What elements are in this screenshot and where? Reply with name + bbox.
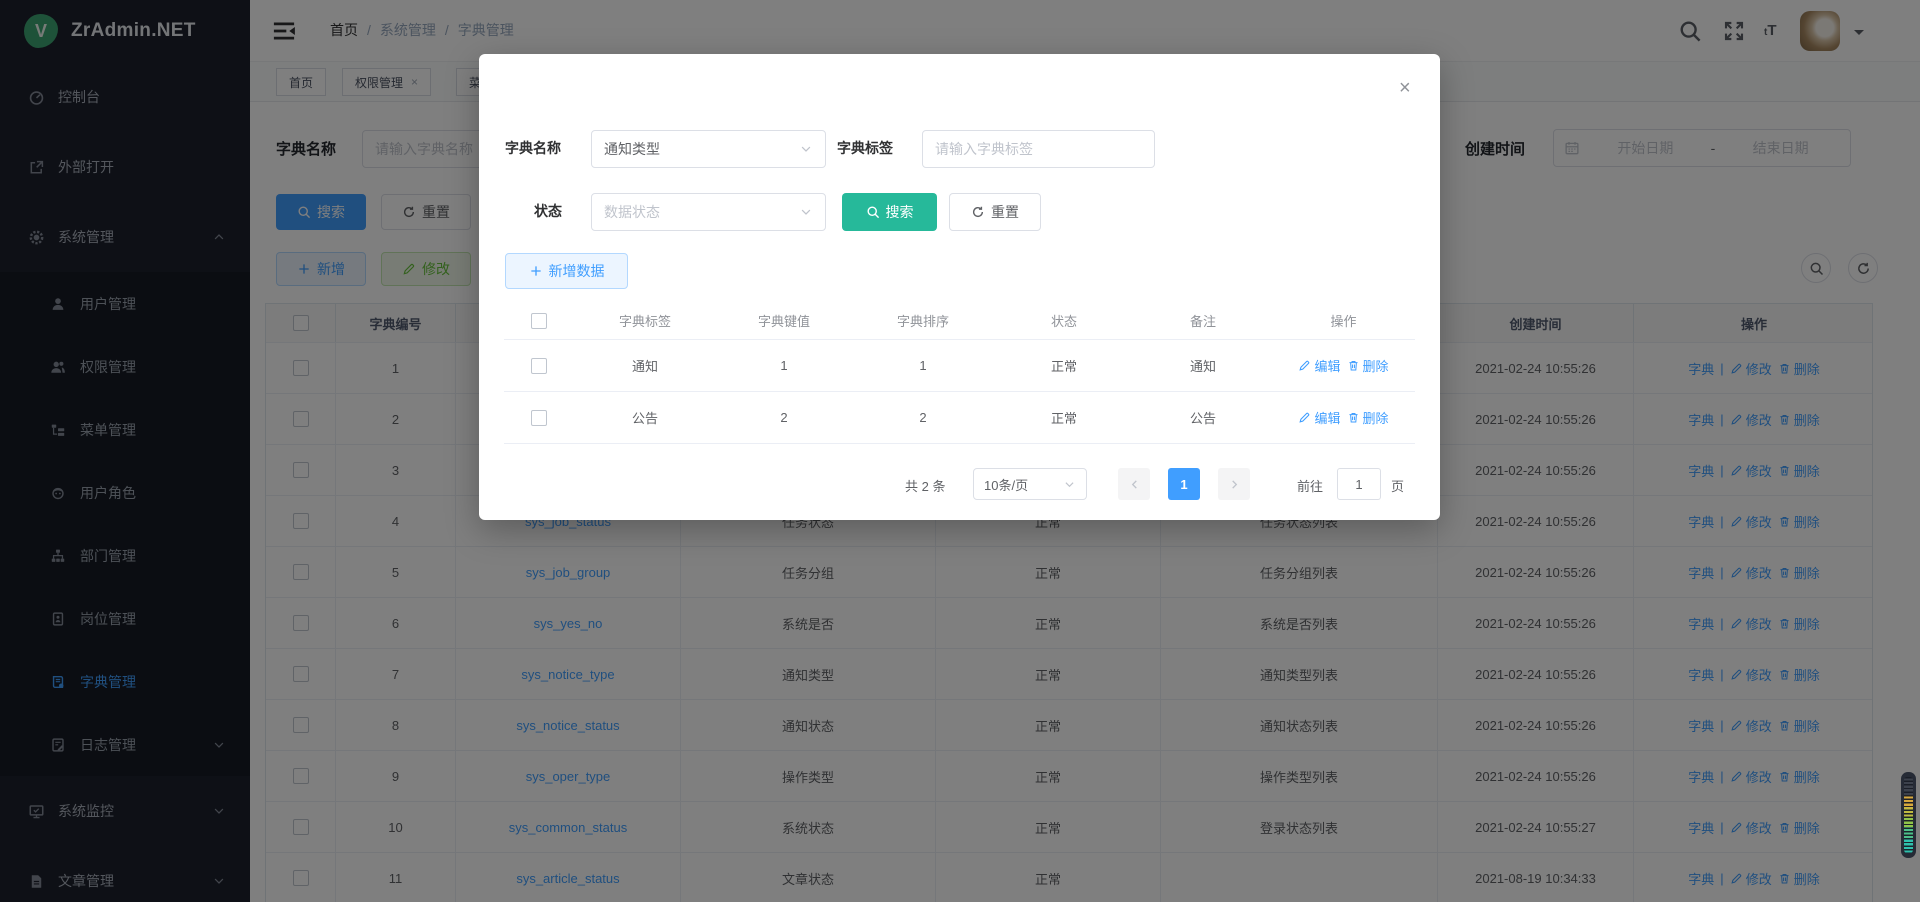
modal-row-delete-link[interactable]: 删除 — [1347, 356, 1389, 375]
close-icon[interactable]: × — [1399, 78, 1411, 98]
column-header-remark: 备注 — [1134, 311, 1272, 330]
cell-status: 正常 — [994, 356, 1134, 375]
dict-data-dialog: × 字典名称 通知类型 字典标签 状态 数据状态 搜索 重置 新增数据 字典标签… — [479, 54, 1440, 520]
cell-remark: 公告 — [1134, 408, 1272, 427]
cell-remark: 通知 — [1134, 356, 1272, 375]
modal-select-all-checkbox[interactable] — [531, 313, 547, 329]
modal-pagination: 共 2 条 10条/页 1 前往 页 — [479, 468, 1440, 500]
column-header-dict-value: 字典键值 — [716, 311, 852, 330]
modal-row-checkbox[interactable] — [531, 410, 547, 426]
chevron-down-icon — [799, 205, 813, 219]
cell-dict-label: 通知 — [574, 356, 716, 375]
chevron-right-icon — [1228, 478, 1241, 491]
modal-add-data-label: 新增数据 — [549, 261, 605, 281]
modal-reset-label: 重置 — [991, 202, 1019, 222]
trash-icon — [1347, 359, 1360, 372]
pagination-total: 共 2 条 — [905, 476, 945, 495]
prev-page-button[interactable] — [1118, 468, 1150, 500]
modal-table-row: 公告 2 2 正常 公告 编辑 删除 — [504, 392, 1415, 444]
trash-icon — [1347, 411, 1360, 424]
pencil-icon — [1298, 359, 1311, 372]
chevron-down-icon — [799, 142, 813, 156]
plus-icon — [529, 264, 543, 278]
modal-add-data-button[interactable]: 新增数据 — [505, 253, 628, 289]
current-page-button[interactable]: 1 — [1168, 468, 1200, 500]
modal-row-edit-link[interactable]: 编辑 — [1298, 356, 1340, 375]
selected-value: 通知类型 — [604, 139, 660, 159]
column-header-actions: 操作 — [1272, 311, 1415, 330]
modal-reset-button[interactable]: 重置 — [949, 193, 1041, 231]
modal-dict-name-label: 字典名称 — [505, 138, 561, 158]
pencil-icon — [1298, 411, 1311, 424]
modal-status-select[interactable]: 数据状态 — [591, 193, 826, 231]
modal-status-label: 状态 — [534, 201, 562, 221]
modal-row-checkbox[interactable] — [531, 358, 547, 374]
modal-table-row: 通知 1 1 正常 通知 编辑 删除 — [504, 340, 1415, 392]
next-page-button[interactable] — [1218, 468, 1250, 500]
goto-label: 前往 — [1297, 476, 1323, 495]
cell-dict-value: 1 — [716, 358, 852, 373]
scrollbar-thumb[interactable] — [1901, 772, 1916, 858]
modal-row-delete-link[interactable]: 删除 — [1347, 408, 1389, 427]
cell-status: 正常 — [994, 408, 1134, 427]
refresh-icon — [971, 205, 985, 219]
modal-dict-label-input[interactable] — [922, 130, 1155, 168]
column-header-status: 状态 — [994, 311, 1134, 330]
modal-dict-label-label: 字典标签 — [837, 138, 893, 158]
modal-search-button[interactable]: 搜索 — [842, 193, 937, 231]
column-header-dict-label: 字典标签 — [574, 311, 716, 330]
page-unit-label: 页 — [1391, 476, 1404, 495]
page-size-value: 10条/页 — [984, 475, 1028, 494]
dict-data-table: 字典标签 字典键值 字典排序 状态 备注 操作 通知 1 1 正常 通知 编辑 — [504, 302, 1415, 444]
modal-table-header-row: 字典标签 字典键值 字典排序 状态 备注 操作 — [504, 302, 1415, 340]
search-icon — [866, 205, 880, 219]
scrollbar-stripes — [1904, 777, 1913, 853]
modal-search-label: 搜索 — [886, 202, 914, 222]
modal-row-edit-link[interactable]: 编辑 — [1298, 408, 1340, 427]
select-placeholder: 数据状态 — [604, 202, 660, 222]
cell-dict-sort: 1 — [852, 358, 994, 373]
modal-dict-name-select[interactable]: 通知类型 — [591, 130, 826, 168]
cell-dict-value: 2 — [716, 410, 852, 425]
page-size-select[interactable]: 10条/页 — [973, 468, 1087, 500]
cell-dict-sort: 2 — [852, 410, 994, 425]
column-header-dict-sort: 字典排序 — [852, 311, 994, 330]
goto-page-input[interactable] — [1337, 468, 1381, 500]
chevron-down-icon — [1063, 478, 1076, 491]
chevron-left-icon — [1128, 478, 1141, 491]
cell-dict-label: 公告 — [574, 408, 716, 427]
